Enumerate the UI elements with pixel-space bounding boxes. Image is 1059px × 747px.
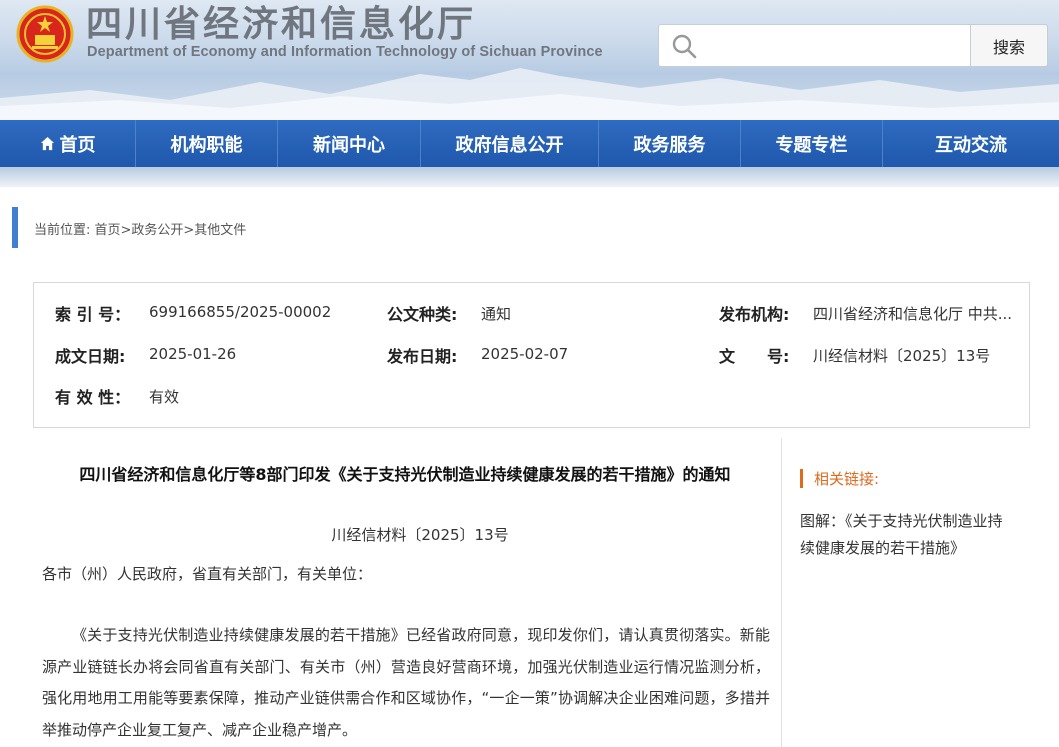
search-button[interactable]: 搜索 xyxy=(970,24,1048,67)
national-emblem-icon xyxy=(16,5,74,63)
doc-number-label: 文 号: xyxy=(719,347,790,366)
site-title: 四川省经济和信息化厅 xyxy=(86,3,477,45)
mountain-banner-image xyxy=(0,68,1059,120)
created-date-value: 2025-01-26 xyxy=(149,345,237,363)
published-date-value: 2025-02-07 xyxy=(481,345,569,363)
breadcrumb-marker xyxy=(12,207,18,248)
main-nav: 首页 机构职能 新闻中心 政府信息公开 政务服务 专题专栏 互动交流 xyxy=(0,120,1059,167)
published-date-label: 发布日期: xyxy=(387,347,458,366)
index-value: 699166855/2025-00002 xyxy=(149,303,332,321)
search-icon xyxy=(672,34,697,59)
nav-item-functions[interactable]: 机构职能 xyxy=(136,120,278,167)
nav-item-label: 首页 xyxy=(59,134,96,156)
content-divider xyxy=(781,438,782,747)
type-value: 通知 xyxy=(481,305,512,323)
site-header: 四川省经济和信息化厅 Department of Economy and Inf… xyxy=(0,0,1059,120)
article-doc-number: 川经信材料〔2025〕13号 xyxy=(331,526,509,544)
breadcrumb: 当前位置: 首页>政务公开>其他文件 xyxy=(34,223,247,238)
article-paragraph: 《关于支持光伏制造业持续健康发展的若干措施》已经省政府同意，现印发你们，请认真贯… xyxy=(42,626,770,739)
validity-value: 有效 xyxy=(149,388,180,406)
nav-item-services[interactable]: 政务服务 xyxy=(599,120,741,167)
related-links-marker xyxy=(800,469,803,488)
issuer-value: 四川省经济和信息化厅 中共... xyxy=(813,305,1013,323)
validity-label: 有 效 性： xyxy=(55,388,131,407)
index-label: 索 引 号： xyxy=(55,305,131,324)
article-addressee: 各市（州）人民政府，省直有关部门，有关单位： xyxy=(42,565,373,583)
nav-item-gov-info[interactable]: 政府信息公开 xyxy=(421,120,599,167)
issuer-label: 发布机构: xyxy=(719,305,790,324)
article-title: 四川省经济和信息化厅等8部门印发《关于支持光伏制造业持续健康发展的若干措施》的通… xyxy=(79,465,731,484)
search-input[interactable] xyxy=(705,31,961,61)
site-subtitle: Department of Economy and Information Te… xyxy=(87,44,603,60)
document-info-table: 索 引 号： 699166855/2025-00002 公文种类: 通知 发布机… xyxy=(33,282,1030,428)
home-icon xyxy=(40,136,54,151)
related-links-title: 相关链接: xyxy=(814,470,880,488)
nav-item-news[interactable]: 新闻中心 xyxy=(278,120,421,167)
doc-number-value: 川经信材料〔2025〕13号 xyxy=(813,347,991,365)
nav-item-home[interactable]: 首页 xyxy=(0,120,136,167)
created-date-label: 成文日期: xyxy=(55,347,126,366)
nav-shadow-strip xyxy=(0,167,1059,187)
nav-item-topics[interactable]: 专题专栏 xyxy=(741,120,883,167)
type-label: 公文种类: xyxy=(387,305,458,324)
search-box xyxy=(658,24,970,67)
nav-item-interaction[interactable]: 互动交流 xyxy=(883,120,1059,167)
related-link-item[interactable]: 图解：《关于支持光伏制造业持续健康发展的若干措施》 xyxy=(800,508,1015,562)
